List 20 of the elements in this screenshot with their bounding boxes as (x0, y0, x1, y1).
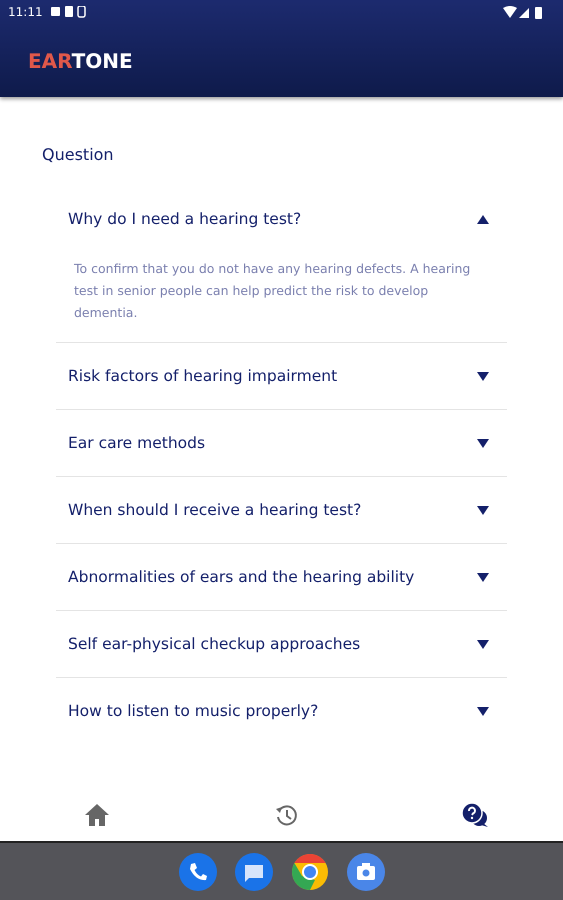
notification-icons (50, 6, 87, 18)
status-time: 11:11 (8, 5, 43, 19)
faq-question[interactable]: Risk factors of hearing impairment (56, 343, 507, 409)
phone-app-icon[interactable] (178, 852, 216, 890)
eartone-logo: EARTONE (28, 48, 133, 72)
chrome-app-icon[interactable] (290, 852, 328, 890)
faq-question[interactable]: Ear care methods (56, 410, 507, 476)
home-icon (84, 803, 110, 827)
faq-question[interactable]: Self ear-physical checkup approaches (56, 611, 507, 677)
status-icons (503, 6, 545, 18)
faq-question[interactable]: Why do I need a hearing test? (56, 186, 507, 252)
messages-app-icon[interactable] (234, 852, 272, 890)
faq-question[interactable]: Abnormalities of ears and the hearing ability (56, 544, 507, 610)
faq-question[interactable]: How to listen to music properly? (56, 678, 507, 744)
faq-answer: To confirm that you do not have any hearing defects. A hearing test in senior people can help predict the risk to develop dementia. (73, 260, 472, 322)
history-icon (274, 803, 298, 827)
camera-app-icon[interactable] (346, 852, 384, 890)
section-title: Question (42, 145, 115, 164)
help-chat-icon (461, 802, 489, 828)
faq-question[interactable]: When should I receive a hearing test? (56, 477, 507, 543)
